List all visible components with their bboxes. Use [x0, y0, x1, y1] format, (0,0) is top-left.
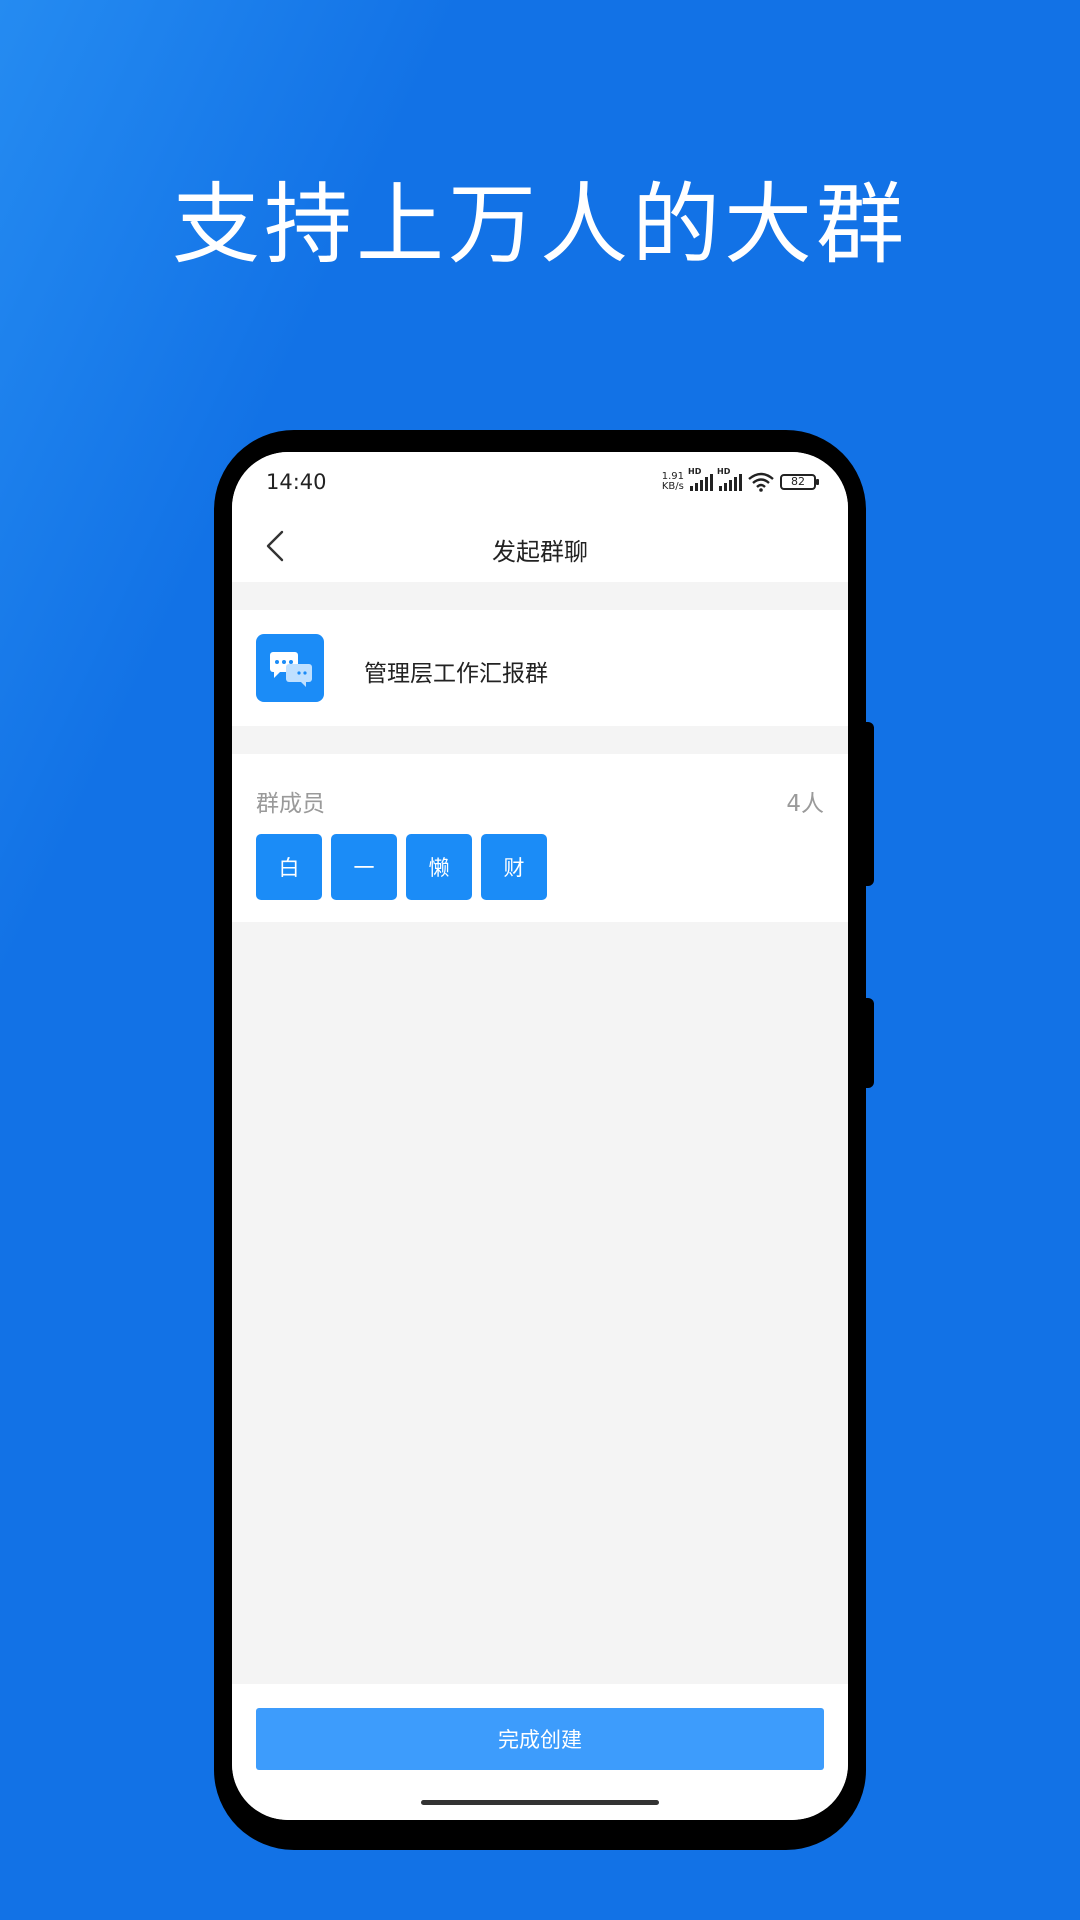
members-section: 群成员 4人 白 一 懒 财: [232, 754, 848, 922]
network-speed: 1.91 KB/s: [662, 472, 684, 492]
member-chip-list: 白 一 懒 财: [256, 834, 547, 900]
phone-side-button: [864, 722, 874, 886]
signal-hd-label: HD: [717, 467, 731, 476]
signal-icon: HD: [717, 467, 742, 491]
group-name[interactable]: 管理层工作汇报群: [364, 654, 548, 688]
member-avatar[interactable]: 懒: [406, 834, 472, 900]
members-label: 群成员: [256, 791, 325, 817]
member-avatar[interactable]: 一: [331, 834, 397, 900]
finish-create-button[interactable]: 完成创建: [256, 1708, 824, 1770]
battery-icon: 82: [780, 474, 819, 490]
status-bar: 14:40 1.91 KB/s HD HD 82: [232, 452, 848, 512]
member-avatar[interactable]: 财: [481, 834, 547, 900]
phone-screen: 14:40 1.91 KB/s HD HD 82 发起群聊 管理层工作汇报群 群…: [232, 452, 848, 1820]
signal-icon: HD: [688, 467, 713, 491]
group-info-row[interactable]: 管理层工作汇报群: [232, 610, 848, 726]
page-title: 发起群聊: [492, 538, 588, 566]
network-speed-unit: KB/s: [661, 481, 684, 492]
signal-hd-label: HD: [688, 467, 702, 476]
status-icons: 1.91 KB/s HD HD 82: [662, 467, 819, 494]
wifi-icon: [748, 472, 774, 492]
member-avatar[interactable]: 白: [256, 834, 322, 900]
status-time: 14:40: [266, 470, 327, 494]
promo-headline: 支持上万人的大群: [171, 173, 908, 276]
home-indicator[interactable]: [421, 1800, 659, 1805]
footer-bar: 完成创建: [232, 1684, 848, 1820]
phone-side-button: [864, 998, 874, 1088]
chat-bubbles-icon[interactable]: [256, 634, 324, 702]
members-count: 4人: [786, 791, 824, 817]
nav-bar: 发起群聊: [232, 512, 848, 582]
